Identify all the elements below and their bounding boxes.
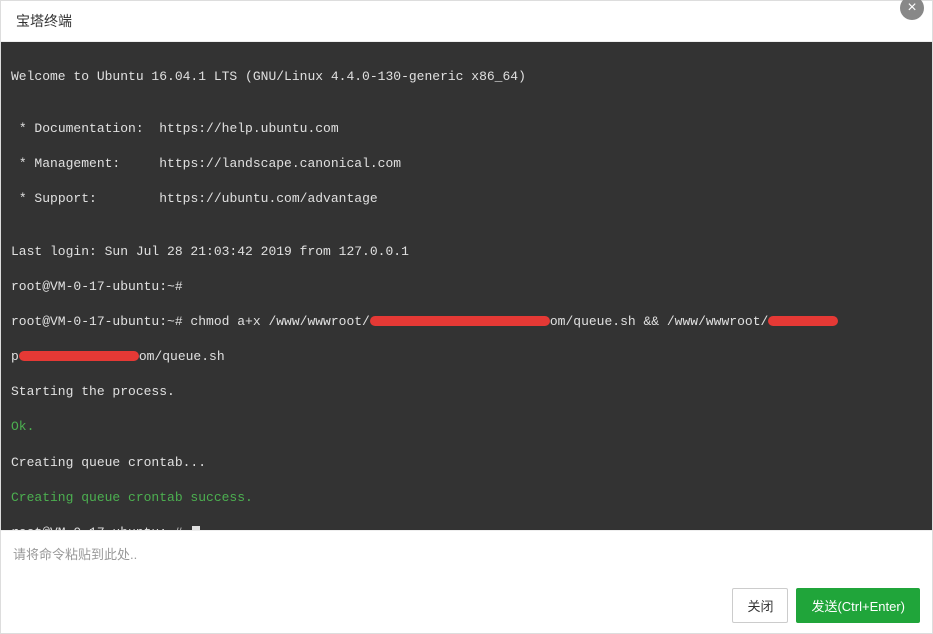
redacted-text [768, 316, 838, 326]
terminal-line: * Support: https://ubuntu.com/advantage [11, 190, 922, 208]
terminal-modal: 宝塔终端 × Welcome to Ubuntu 16.04.1 LTS (GN… [0, 0, 933, 634]
terminal-text: p [11, 349, 19, 364]
close-button[interactable]: 关闭 [732, 588, 788, 623]
close-icon[interactable]: × [900, 0, 924, 20]
terminal-line: Creating queue crontab... [11, 454, 922, 472]
terminal-line: * Management: https://landscape.canonica… [11, 155, 922, 173]
modal-header: 宝塔终端 × [1, 1, 932, 42]
terminal-text: root@VM-0-17-ubuntu:~# chmod a+x /www/ww… [11, 314, 370, 329]
command-input[interactable] [13, 539, 920, 570]
redacted-text [370, 316, 550, 326]
terminal-line: root@VM-0-17-ubuntu:~# chmod a+x /www/ww… [11, 313, 922, 331]
terminal-output[interactable]: Welcome to Ubuntu 16.04.1 LTS (GNU/Linux… [1, 42, 932, 530]
terminal-line: Starting the process. [11, 383, 922, 401]
command-input-area [1, 530, 932, 578]
terminal-prompt: root@VM-0-17-ubuntu:~# [11, 278, 922, 296]
terminal-text: root@VM-0-17-ubuntu:~# [11, 525, 190, 530]
modal-title: 宝塔终端 [16, 11, 72, 31]
cursor-icon [192, 526, 200, 530]
terminal-text: om/queue.sh && /www/wwwroot/ [550, 314, 768, 329]
terminal-line: Ok. [11, 418, 922, 436]
terminal-line: p om/queue.sh [11, 348, 922, 366]
terminal-prompt: root@VM-0-17-ubuntu:~# [11, 524, 922, 530]
terminal-text: om/queue.sh [139, 349, 225, 364]
terminal-line: Last login: Sun Jul 28 21:03:42 2019 fro… [11, 243, 922, 261]
terminal-line: Welcome to Ubuntu 16.04.1 LTS (GNU/Linux… [11, 68, 922, 86]
redacted-text [19, 351, 139, 361]
send-button[interactable]: 发送(Ctrl+Enter) [796, 588, 920, 623]
terminal-line: Creating queue crontab success. [11, 489, 922, 507]
button-bar: 关闭 发送(Ctrl+Enter) [1, 578, 932, 633]
terminal-line: * Documentation: https://help.ubuntu.com [11, 120, 922, 138]
